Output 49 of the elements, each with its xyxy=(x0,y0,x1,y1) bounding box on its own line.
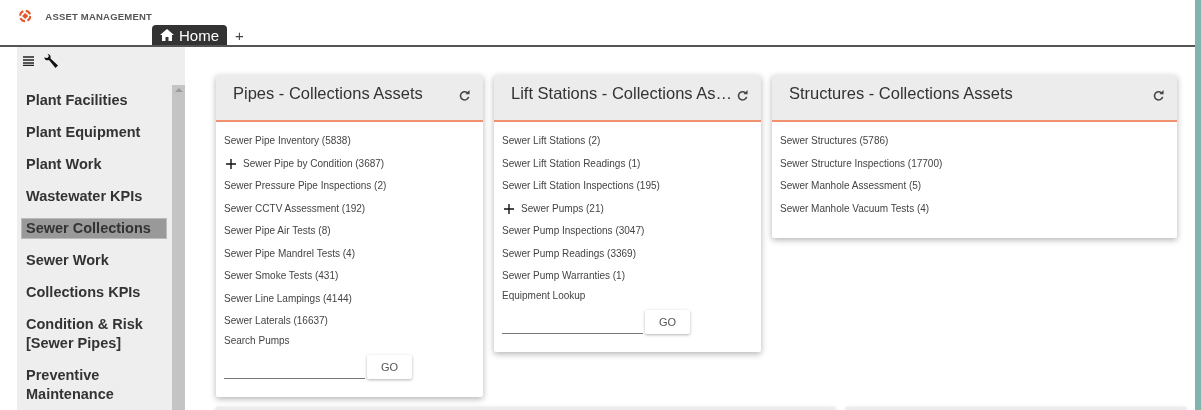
home-icon xyxy=(160,29,174,41)
refresh-icon[interactable] xyxy=(1153,90,1164,101)
asset-link[interactable]: Sewer Lift Station Readings (1) xyxy=(502,152,641,175)
asset-link[interactable]: Sewer Pump Inspections (3047) xyxy=(502,220,645,243)
asset-link[interactable]: Sewer Pump Warranties (1) xyxy=(502,265,625,288)
logo-icon xyxy=(19,7,32,25)
asset-link[interactable]: Sewer Line Lampings (4144) xyxy=(224,287,352,310)
asset-link[interactable]: Sewer Pipe Air Tests (8) xyxy=(224,220,331,243)
sidebar-item[interactable]: Sewer Work xyxy=(21,250,167,271)
sidebar-item[interactable]: Plant Work xyxy=(21,154,167,175)
asset-link[interactable]: Sewer Pumps (21) xyxy=(521,197,604,220)
asset-link[interactable]: Sewer Pipe Inventory (5838) xyxy=(224,130,351,153)
asset-link[interactable]: Sewer CCTV Assessment (192) xyxy=(224,197,366,220)
card-title: Structures - Collections Assets xyxy=(789,84,1013,103)
card-title: Lift Stations - Collections As… xyxy=(511,84,732,103)
search-label: Search Pumps xyxy=(224,333,290,348)
add-tab-button[interactable]: + xyxy=(227,25,252,45)
plus-icon[interactable] xyxy=(226,158,236,169)
asset-link[interactable]: Sewer Lift Stations (2) xyxy=(502,130,601,153)
asset-link[interactable]: Sewer Manhole Assessment (5) xyxy=(780,175,922,198)
home-tab[interactable]: Home xyxy=(152,25,227,45)
sidebar-item[interactable]: Condition & Risk [Sewer Pipes] xyxy=(21,314,167,354)
sidebar-item[interactable]: Plant Equipment xyxy=(21,122,167,143)
asset-link[interactable]: Sewer Pipe by Condition (3687) xyxy=(243,152,385,175)
refresh-icon[interactable] xyxy=(459,90,470,101)
go-button[interactable]: GO xyxy=(645,309,690,334)
scrollbar[interactable] xyxy=(172,85,185,410)
refresh-icon[interactable] xyxy=(737,90,748,101)
asset-link[interactable]: Sewer Smoke Tests (431) xyxy=(224,265,339,288)
search-label: Equipment Lookup xyxy=(502,288,586,303)
menu-icon[interactable] xyxy=(23,56,34,66)
asset-link[interactable]: Sewer Structures (5786) xyxy=(780,130,889,153)
card-title: Pipes - Collections Assets xyxy=(233,84,423,103)
sidebar-item[interactable]: Plant Facilities xyxy=(21,90,167,111)
go-button[interactable]: GO xyxy=(367,354,412,379)
app-title: ASSET MANAGEMENT xyxy=(45,10,152,22)
asset-link[interactable]: Sewer Manhole Vacuum Tests (4) xyxy=(780,197,930,220)
asset-link[interactable]: Sewer Pipe Mandrel Tests (4) xyxy=(224,242,355,265)
wrench-icon[interactable] xyxy=(43,53,59,69)
sidebar-item[interactable]: Wastewater KPIs xyxy=(21,186,167,207)
plus-icon[interactable] xyxy=(504,203,514,214)
asset-link[interactable]: Sewer Structure Inspections (17700) xyxy=(780,152,943,175)
asset-link[interactable]: Sewer Pressure Pipe Inspections (2) xyxy=(224,175,387,198)
sidebar-item[interactable]: Collections KPIs xyxy=(21,282,167,303)
asset-link[interactable]: Sewer Laterals (16637) xyxy=(224,310,328,333)
asset-link[interactable]: Sewer Lift Station Inspections (195) xyxy=(502,175,660,198)
sidebar-item[interactable]: Sewer Collections xyxy=(21,218,167,239)
asset-link[interactable]: Sewer Pump Readings (3369) xyxy=(502,242,636,265)
sidebar-item[interactable]: Preventive Maintenance xyxy=(21,365,167,405)
